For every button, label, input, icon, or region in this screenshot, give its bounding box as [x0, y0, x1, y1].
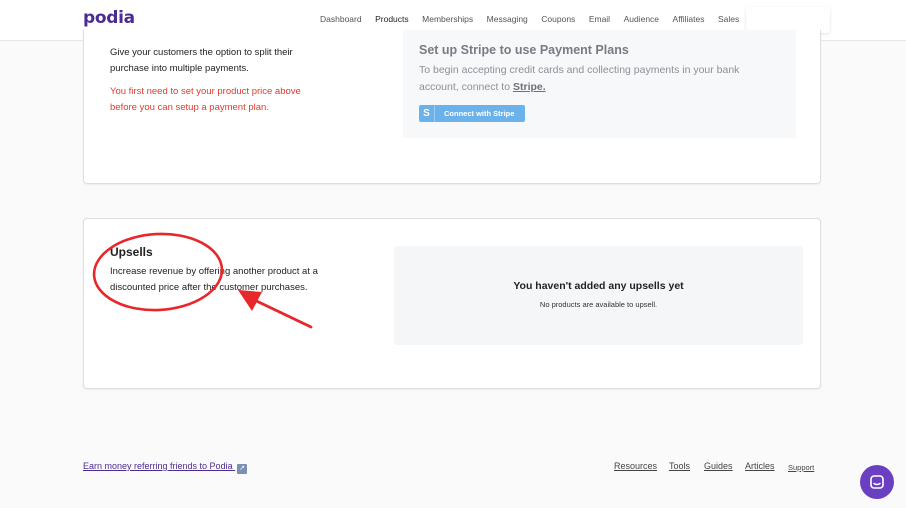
referral-link[interactable]: Earn money referring friends to Podia ↗ — [83, 461, 248, 474]
upsells-empty-state: You haven't added any upsells yet No pro… — [394, 246, 803, 345]
chat-button[interactable] — [860, 465, 894, 499]
stripe-setup-title: Set up Stripe to use Payment Plans — [419, 43, 629, 57]
stripe-s-icon: S — [419, 105, 435, 122]
connect-with-stripe-label: Connect with Stripe — [444, 109, 515, 118]
referral-link-label: Earn money referring friends to Podia — [83, 461, 233, 471]
upsells-title: Upsells — [110, 245, 153, 259]
upsells-empty-subtitle: No products are available to upsell. — [539, 300, 658, 309]
upsells-empty-title: You haven't added any upsells yet — [513, 280, 684, 292]
payment-plans-description: Give your customers the option to split … — [110, 47, 293, 74]
footer-link-tools[interactable]: Tools — [669, 461, 690, 471]
upsells-description: Increase revenue by offering another pro… — [110, 266, 318, 293]
footer-link-resources[interactable]: Resources — [614, 461, 657, 471]
stripe-setup-panel: Set up Stripe to use Payment Plans To be… — [403, 30, 796, 138]
payment-plans-card: Give your customers the option to split … — [83, 30, 821, 184]
stripe-setup-text: To begin accepting credit cards and coll… — [419, 62, 769, 96]
footer-link-guides[interactable]: Guides — [704, 461, 733, 471]
chat-icon — [870, 475, 884, 489]
external-link-icon: ↗ — [237, 464, 248, 474]
connect-with-stripe-button[interactable]: S Connect with Stripe — [419, 105, 525, 122]
footer-link-support[interactable]: Support — [788, 463, 814, 472]
stripe-link[interactable]: Stripe. — [513, 81, 546, 93]
footer-link-articles[interactable]: Articles — [745, 461, 775, 471]
payment-plans-warning: You first need to set your product price… — [110, 86, 301, 113]
podia-logo[interactable]: podia — [83, 8, 135, 28]
upsells-card: Upsells Increase revenue by offering ano… — [83, 218, 821, 389]
stripe-setup-body: To begin accepting credit cards and coll… — [419, 64, 740, 93]
